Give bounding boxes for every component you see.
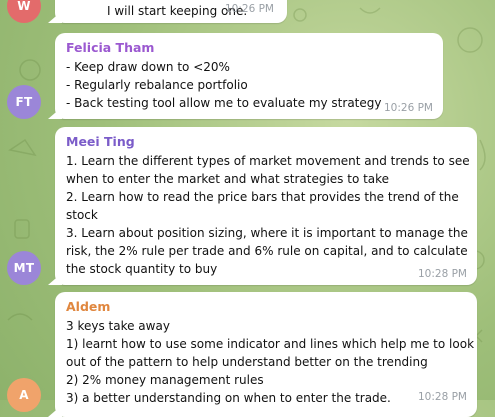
message-line: 2) 2% money management rules	[66, 373, 264, 387]
message-line: - Keep draw down to <20%	[66, 60, 230, 74]
avatar[interactable]: A	[7, 378, 41, 412]
message-time: 10:26 PM	[384, 102, 433, 114]
message-line: - Regularly rebalance portfolio	[66, 78, 248, 92]
message-line: out of the pattern to help understand be…	[66, 355, 428, 369]
avatar-initials: MT	[13, 261, 35, 275]
message-time: 10:28 PM	[418, 268, 467, 280]
sender-name[interactable]: Felicia Tham	[66, 39, 433, 56]
avatar[interactable]: MT	[7, 251, 41, 285]
message-bubble[interactable]: Aldem 3 keys take away 1) learnt how to …	[55, 292, 477, 417]
avatar-initials: FT	[15, 95, 33, 109]
message-bubble[interactable]: I will start keeping one. 10:26 PM	[55, 0, 287, 23]
message-line: 3 keys take away	[66, 319, 170, 333]
message-line: 3. Learn about position sizing, where it…	[66, 226, 468, 240]
sender-name[interactable]: Meei Ting	[66, 133, 467, 150]
avatar[interactable]: W	[7, 0, 41, 23]
message-line: risk, the 2% rule per trade and 6% rule …	[66, 244, 468, 258]
message-line: 3) a better understanding on when to ent…	[66, 391, 391, 405]
message-line: stock	[66, 208, 98, 222]
message-bubble[interactable]: Felicia Tham - Keep draw down to <20% - …	[55, 33, 443, 119]
avatar-initials: W	[17, 0, 31, 13]
message-line: 1. Learn the different types of market m…	[66, 154, 470, 168]
message-time: 10:26 PM	[225, 3, 274, 15]
message-line: - Back testing tool allow me to evaluate…	[66, 96, 382, 110]
message-line: 1) learnt how to use some indicator and …	[66, 337, 475, 351]
avatar[interactable]: FT	[7, 85, 41, 119]
message-line: 2. Learn how to read the price bars that…	[66, 190, 459, 204]
message-bubble[interactable]: Meei Ting 1. Learn the different types o…	[55, 127, 477, 285]
message-time: 10:28 PM	[418, 391, 467, 403]
message-line: when to enter the market and what strate…	[66, 172, 390, 186]
sender-name[interactable]: Aldem	[66, 298, 467, 315]
message-line: the stock quantity to buy	[66, 262, 218, 276]
message-text: I will start keeping one.	[107, 4, 248, 18]
